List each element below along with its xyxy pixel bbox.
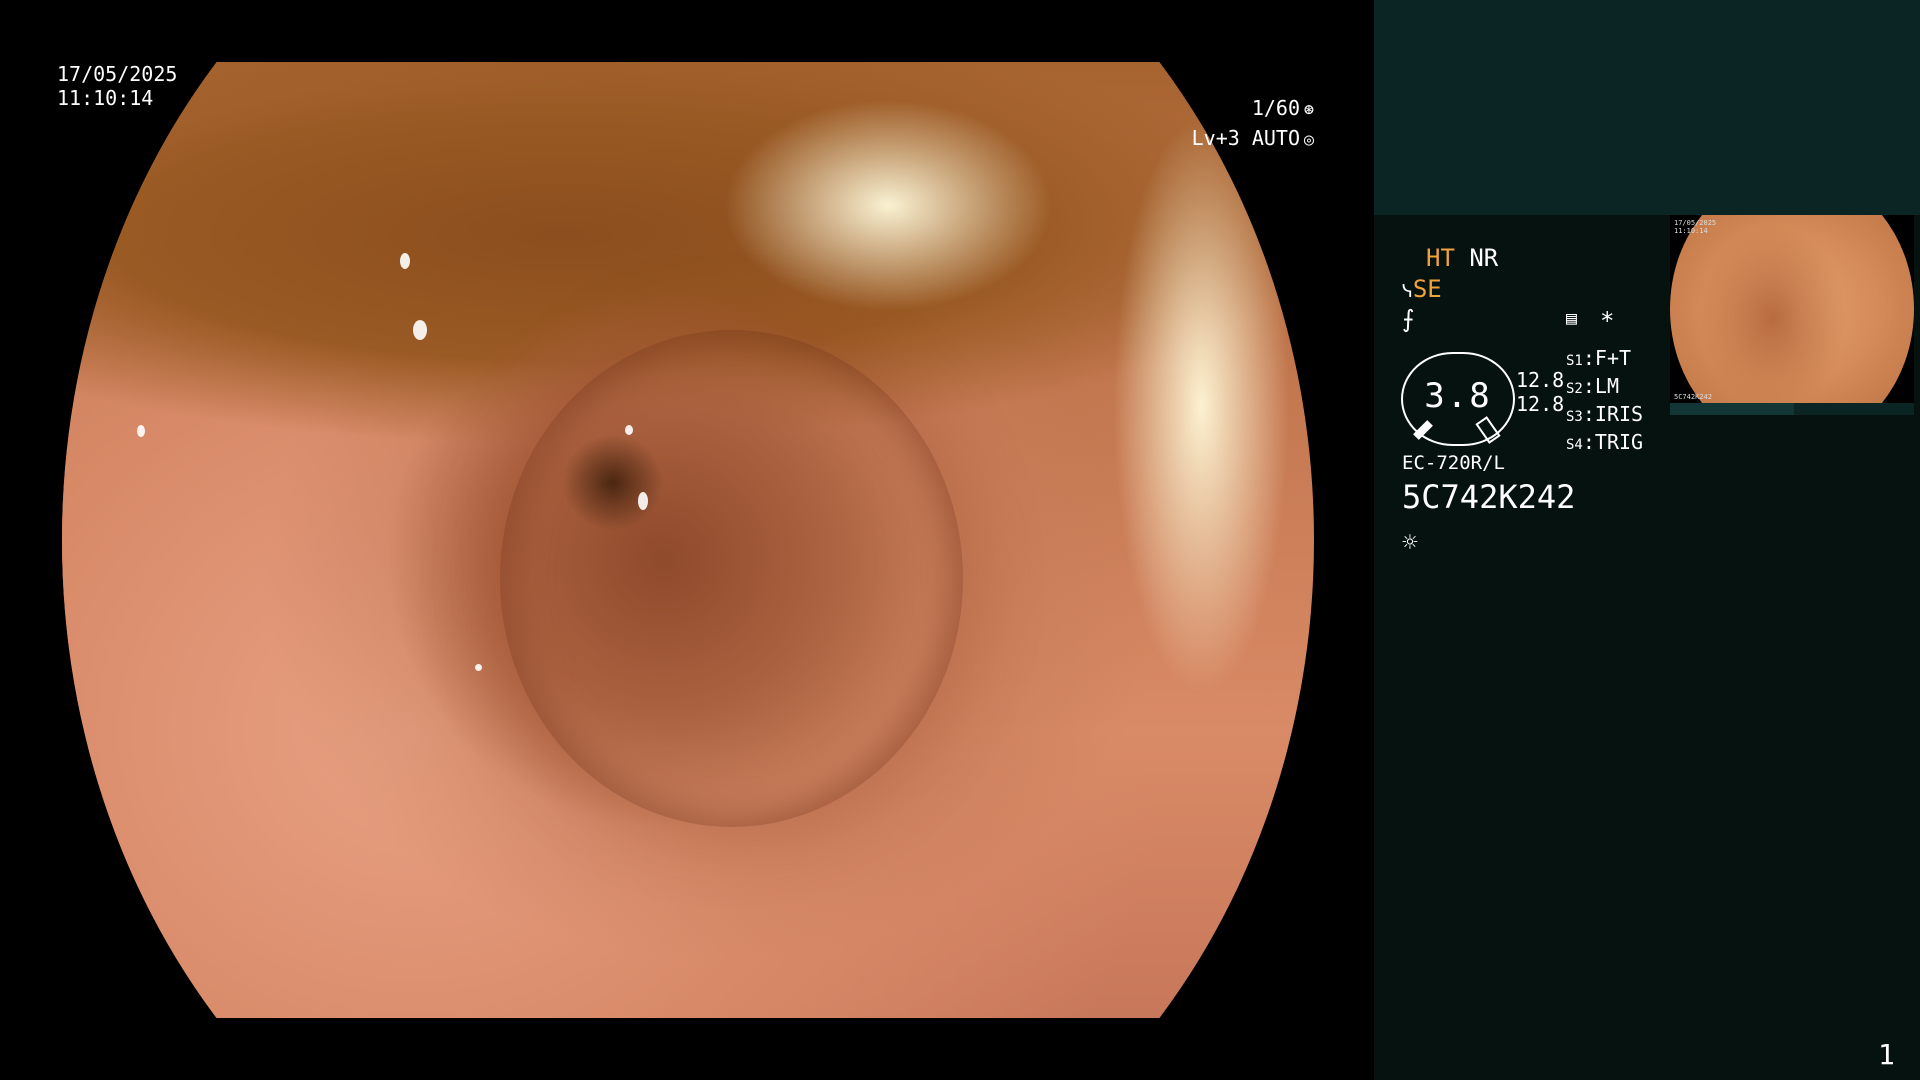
brightness-gauge: 3.8 — [1401, 352, 1515, 446]
structure-row: ᓭSE — [1402, 274, 1442, 307]
switch-value: F+T — [1594, 346, 1632, 370]
gauge-marker-left — [1413, 420, 1433, 440]
switch-assignments: S1:F+T S2:LM S3:IRIS S4:TRIG — [1566, 346, 1643, 458]
thumbnail-preview[interactable]: 17/05/2025 11:10:14 5C742K242 — [1670, 215, 1914, 403]
switch-row: S3:IRIS — [1566, 402, 1644, 426]
page-number: 1 — [1878, 1038, 1895, 1071]
exposure-readout: 1/60 ⊛ Lv+3 AUTO ◎ — [1180, 94, 1318, 154]
panel-header-band — [1374, 0, 1920, 215]
auto-exposure-icon: ◎ — [1303, 130, 1315, 150]
gauge-readout-top: 12.8 — [1516, 368, 1565, 392]
thumbnail-date: 17/05/2025 — [1674, 219, 1717, 227]
gauge-value: 3.8 — [1424, 376, 1492, 416]
thumbnail-status-fill — [1670, 403, 1794, 415]
structure-se: SE — [1412, 275, 1442, 303]
time-text: 11:10:14 — [57, 86, 154, 110]
scope-model: EC-720R/L — [1402, 452, 1505, 474]
exposure-mode-text: AUTO — [1251, 126, 1300, 150]
enhancement-ht: HT — [1426, 244, 1455, 272]
asterisk-mark: * — [1600, 307, 1615, 335]
specular-highlight — [475, 664, 483, 672]
switch-value: IRIS — [1594, 402, 1644, 426]
lumen — [500, 330, 963, 827]
gauge-readout-bottom: 12.8 — [1516, 392, 1565, 416]
switch-value: TRIG — [1594, 430, 1644, 454]
zoom-icon: ⨍ — [1402, 305, 1415, 333]
date-time-readout: 17/05/2025 11:10:14 — [57, 62, 177, 110]
switch-key: S3 — [1566, 409, 1583, 425]
gauge-marker-right — [1475, 416, 1501, 444]
thumbnail-image — [1670, 215, 1914, 403]
specular-highlight — [412, 320, 427, 341]
date-text: 17/05/2025 — [57, 62, 178, 86]
thumbnail-time: 11:10:14 — [1674, 227, 1708, 235]
switch-key: S2 — [1566, 381, 1583, 397]
thumbnail-serial: 5C742K242 — [1674, 393, 1712, 401]
level-text: Lv+3 — [1191, 126, 1240, 150]
switch-row: S1:F+T — [1566, 346, 1632, 370]
gauge-readout: 12.8 12.8 — [1516, 368, 1564, 416]
exposure-line: Lv+3 AUTO ◎ — [1180, 124, 1318, 154]
switch-row: S4:TRIG — [1566, 430, 1644, 454]
shutter-line: 1/60 ⊛ — [1180, 94, 1318, 124]
thumbnail-status-bar — [1670, 403, 1914, 415]
specular-highlight — [400, 253, 411, 270]
shutter-text: 1/60 — [1251, 96, 1300, 120]
info-panel: HT NR ᓭSE ⨍ ▤ * 3.8 12.8 12.8 S1:F+T S2:… — [1374, 0, 1920, 1080]
switch-value: LM — [1594, 374, 1619, 398]
switch-key: S4 — [1566, 437, 1583, 453]
enhancement-nr: NR — [1469, 244, 1499, 272]
scope-icon: ᓭ — [1402, 281, 1413, 302]
specular-highlight — [637, 492, 648, 511]
enhancement-row: HT NR — [1426, 243, 1498, 273]
specular-highlight — [137, 425, 146, 438]
endoscope-view — [62, 62, 1314, 1018]
memo-icon: ▤ — [1566, 308, 1577, 329]
switch-row: S2:LM — [1566, 374, 1619, 398]
scope-serial: 5C742K242 — [1402, 478, 1576, 516]
switch-key: S1 — [1566, 353, 1583, 369]
sun-icon: ☼ — [1402, 528, 1418, 558]
aperture-icon: ⊛ — [1303, 100, 1315, 120]
